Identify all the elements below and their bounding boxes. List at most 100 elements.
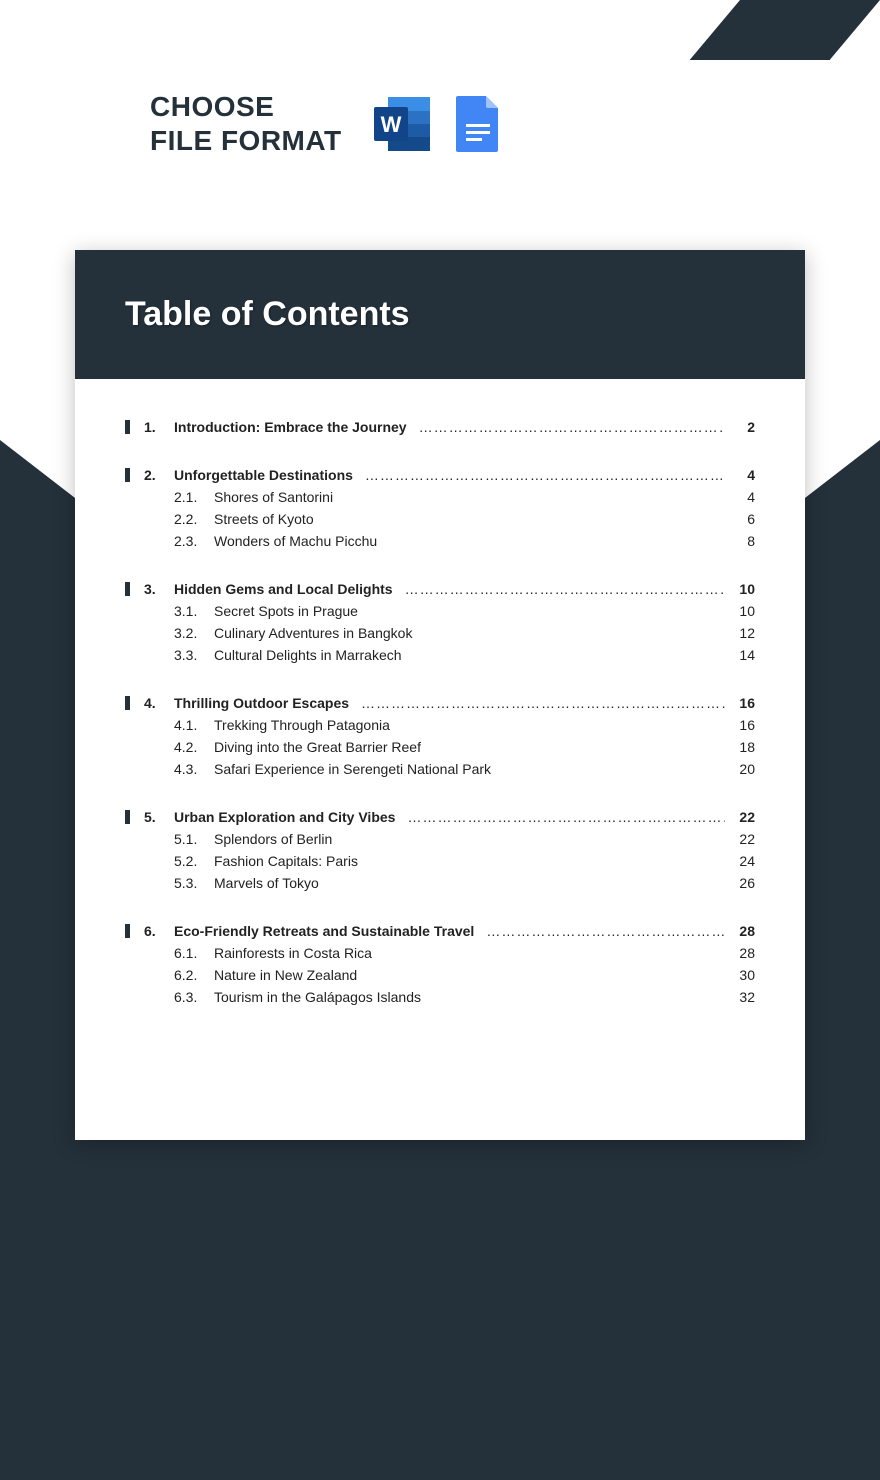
toc-number: 2. xyxy=(144,467,174,483)
toc-marker xyxy=(125,582,130,596)
toc-sub-page: 16 xyxy=(731,717,755,733)
toc-title: Eco-Friendly Retreats and Sustainable Tr… xyxy=(174,923,474,939)
toc-section: 6.Eco-Friendly Retreats and Sustainable … xyxy=(125,923,755,1005)
toc-marker xyxy=(125,696,130,710)
toc-subentry: 2.3.Wonders of Machu Picchu8 xyxy=(125,533,755,549)
toc-subentry: 5.1.Splendors of Berlin22 xyxy=(125,831,755,847)
svg-text:W: W xyxy=(380,112,401,137)
google-docs-icon xyxy=(454,94,502,154)
toc-subentry: 3.3.Cultural Delights in Marrakech14 xyxy=(125,647,755,663)
toc-page: 28 xyxy=(731,923,755,939)
toc-section: 1.Introduction: Embrace the Journey 2 xyxy=(125,419,755,435)
toc-number: 5. xyxy=(144,809,174,825)
toc-subentry: 5.2.Fashion Capitals: Paris24 xyxy=(125,853,755,869)
toc-sub-page: 30 xyxy=(731,967,755,983)
toc-sub-number: 6.1. xyxy=(174,945,214,961)
toc-page: 2 xyxy=(731,419,755,435)
page-title: Table of Contents xyxy=(125,295,755,334)
toc-sub-number: 4.2. xyxy=(174,739,214,755)
format-icons-row: W xyxy=(372,93,502,155)
toc-sub-title: Marvels of Tokyo xyxy=(214,875,731,891)
toc-sub-title: Shores of Santorini xyxy=(214,489,731,505)
toc-sub-number: 3.1. xyxy=(174,603,214,619)
toc-marker xyxy=(125,468,130,482)
toc-number: 1. xyxy=(144,419,174,435)
toc-sub-title: Culinary Adventures in Bangkok xyxy=(214,625,731,641)
toc-marker xyxy=(125,420,130,434)
toc-subentry: 5.3.Marvels of Tokyo26 xyxy=(125,875,755,891)
toc-leader-dots xyxy=(361,695,725,711)
toc-sub-title: Diving into the Great Barrier Reef xyxy=(214,739,731,755)
toc-subentry: 6.2.Nature in New Zealand30 xyxy=(125,967,755,983)
toc-sub-title: Rainforests in Costa Rica xyxy=(214,945,731,961)
google-docs-format-button[interactable] xyxy=(454,94,502,154)
toc-sub-title: Trekking Through Patagonia xyxy=(214,717,731,733)
toc-sub-page: 28 xyxy=(731,945,755,961)
toc-page: 4 xyxy=(731,467,755,483)
toc-title: Unforgettable Destinations xyxy=(174,467,353,483)
toc-page: 16 xyxy=(731,695,755,711)
toc-sub-page: 14 xyxy=(731,647,755,663)
toc-sub-page: 6 xyxy=(731,511,755,527)
toc-sub-number: 2.3. xyxy=(174,533,214,549)
toc-leader-dots xyxy=(407,809,725,825)
toc-sub-page: 18 xyxy=(731,739,755,755)
word-format-button[interactable]: W xyxy=(372,93,434,155)
toc-sub-title: Fashion Capitals: Paris xyxy=(214,853,731,869)
choose-file-format-label: CHOOSE FILE FORMAT xyxy=(150,90,342,157)
toc-sub-number: 5.3. xyxy=(174,875,214,891)
toc-sub-number: 4.3. xyxy=(174,761,214,777)
toc-subentry: 4.3.Safari Experience in Serengeti Natio… xyxy=(125,761,755,777)
toc-page: 10 xyxy=(731,581,755,597)
word-icon: W xyxy=(372,93,434,155)
toc-number: 6. xyxy=(144,923,174,939)
toc-subentry: 2.1.Shores of Santorini4 xyxy=(125,489,755,505)
toc-sub-page: 24 xyxy=(731,853,755,869)
toc-number: 3. xyxy=(144,581,174,597)
toc-sub-page: 8 xyxy=(731,533,755,549)
toc-page: 22 xyxy=(731,809,755,825)
toc-entry: 1.Introduction: Embrace the Journey 2 xyxy=(125,419,755,435)
document-preview: Table of Contents 1.Introduction: Embrac… xyxy=(75,250,805,1140)
toc-subentry: 4.1.Trekking Through Patagonia16 xyxy=(125,717,755,733)
toc-leader-dots xyxy=(486,923,725,939)
toc-sub-page: 32 xyxy=(731,989,755,1005)
toc-subentry: 2.2.Streets of Kyoto6 xyxy=(125,511,755,527)
toc-subentry: 3.2.Culinary Adventures in Bangkok12 xyxy=(125,625,755,641)
toc-leader-dots xyxy=(365,467,725,483)
toc-sub-number: 6.2. xyxy=(174,967,214,983)
toc-sub-number: 4.1. xyxy=(174,717,214,733)
toc-sub-number: 2.2. xyxy=(174,511,214,527)
toc-sub-page: 22 xyxy=(731,831,755,847)
toc-sub-title: Nature in New Zealand xyxy=(214,967,731,983)
toc-sub-number: 3.3. xyxy=(174,647,214,663)
toc-sub-title: Secret Spots in Prague xyxy=(214,603,731,619)
toc-entry: 6.Eco-Friendly Retreats and Sustainable … xyxy=(125,923,755,939)
toc-sub-page: 4 xyxy=(731,489,755,505)
toc-sub-title: Safari Experience in Serengeti National … xyxy=(214,761,731,777)
toc-title: Urban Exploration and City Vibes xyxy=(174,809,395,825)
toc-sub-number: 5.2. xyxy=(174,853,214,869)
toc-marker xyxy=(125,924,130,938)
toc-subentry: 4.2.Diving into the Great Barrier Reef18 xyxy=(125,739,755,755)
file-format-header: CHOOSE FILE FORMAT W xyxy=(0,0,880,157)
toc-title: Thrilling Outdoor Escapes xyxy=(174,695,349,711)
toc-sub-title: Tourism in the Galápagos Islands xyxy=(214,989,731,1005)
toc-sub-title: Wonders of Machu Picchu xyxy=(214,533,731,549)
toc-leader-dots xyxy=(419,419,725,435)
toc-number: 4. xyxy=(144,695,174,711)
document-header: Table of Contents xyxy=(75,250,805,379)
toc-sub-number: 6.3. xyxy=(174,989,214,1005)
toc-title: Introduction: Embrace the Journey xyxy=(174,419,407,435)
toc-entry: 4.Thrilling Outdoor Escapes 16 xyxy=(125,695,755,711)
toc-sub-page: 26 xyxy=(731,875,755,891)
toc-entry: 2.Unforgettable Destinations 4 xyxy=(125,467,755,483)
toc-sub-number: 5.1. xyxy=(174,831,214,847)
toc-sub-page: 20 xyxy=(731,761,755,777)
toc-section: 3.Hidden Gems and Local Delights103.1.Se… xyxy=(125,581,755,663)
toc-section: 5.Urban Exploration and City Vibes225.1.… xyxy=(125,809,755,891)
toc-sub-number: 3.2. xyxy=(174,625,214,641)
toc-sub-title: Cultural Delights in Marrakech xyxy=(214,647,731,663)
toc-sub-number: 2.1. xyxy=(174,489,214,505)
toc-sub-title: Streets of Kyoto xyxy=(214,511,731,527)
